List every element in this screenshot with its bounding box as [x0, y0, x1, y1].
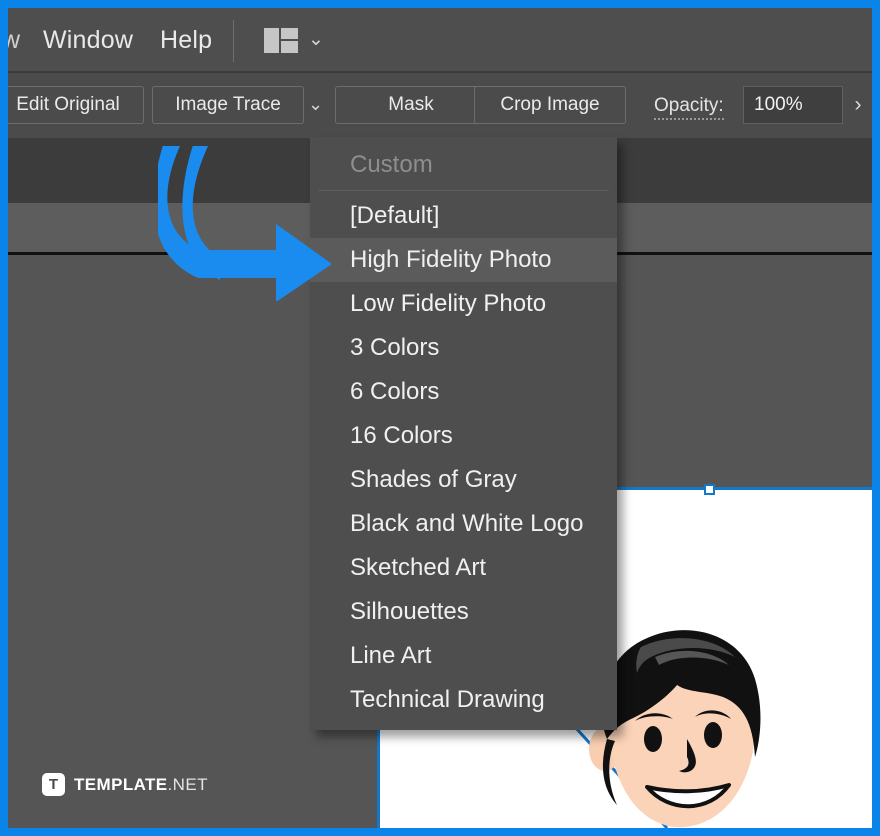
- chevron-down-icon[interactable]: ⌄: [308, 30, 324, 49]
- menu-option-custom: Custom: [310, 143, 617, 187]
- mask-button[interactable]: Mask: [335, 86, 487, 124]
- menubar-divider: [233, 20, 234, 62]
- edit-original-button[interactable]: Edit Original: [8, 86, 144, 124]
- watermark-text: TEMPLATE.NET: [74, 775, 208, 795]
- app-window: w Window Help ⌄ Edit Original Image Trac…: [0, 0, 880, 836]
- watermark: T TEMPLATE.NET: [42, 773, 208, 796]
- watermark-name: TEMPLATE: [74, 775, 168, 794]
- menu-option-shades-of-gray[interactable]: Shades of Gray: [310, 458, 617, 502]
- menu-option-3-colors[interactable]: 3 Colors: [310, 326, 617, 370]
- opacity-input[interactable]: 100%: [743, 86, 843, 124]
- toolbar-overflow-chevron-icon[interactable]: ›: [844, 86, 872, 124]
- image-trace-button[interactable]: Image Trace: [152, 86, 304, 124]
- menu-option-16-colors[interactable]: 16 Colors: [310, 414, 617, 458]
- image-trace-preset-menu[interactable]: Custom [Default] High Fidelity Photo Low…: [310, 137, 617, 730]
- menu-item-help[interactable]: Help: [160, 26, 212, 55]
- crop-image-button[interactable]: Crop Image: [474, 86, 626, 124]
- menu-option-low-fidelity-photo[interactable]: Low Fidelity Photo: [310, 282, 617, 326]
- options-toolbar: Edit Original Image Trace ⌄ Mask Crop Im…: [8, 73, 872, 138]
- watermark-suffix: .NET: [168, 775, 208, 794]
- menu-option-default[interactable]: [Default]: [310, 194, 617, 238]
- opacity-label[interactable]: Opacity:: [654, 95, 724, 120]
- image-trace-chevron-down-icon[interactable]: ⌄: [308, 95, 323, 113]
- menu-option-sketched-art[interactable]: Sketched Art: [310, 546, 617, 590]
- menu-item-window[interactable]: Window: [43, 26, 133, 55]
- menu-option-high-fidelity-photo[interactable]: High Fidelity Photo: [310, 238, 617, 282]
- panel-layout-icon[interactable]: [264, 28, 298, 53]
- menu-separator: [318, 190, 609, 191]
- menu-option-technical-drawing[interactable]: Technical Drawing: [310, 678, 617, 722]
- menu-item-partial[interactable]: w: [8, 26, 20, 55]
- menu-option-black-and-white-logo[interactable]: Black and White Logo: [310, 502, 617, 546]
- selection-handle[interactable]: [704, 484, 715, 495]
- template-badge-icon: T: [42, 773, 65, 796]
- app-inner-frame: w Window Help ⌄ Edit Original Image Trac…: [8, 8, 872, 828]
- menu-bar: w Window Help ⌄: [8, 8, 872, 73]
- menu-option-silhouettes[interactable]: Silhouettes: [310, 590, 617, 634]
- menu-option-6-colors[interactable]: 6 Colors: [310, 370, 617, 414]
- menu-option-line-art[interactable]: Line Art: [310, 634, 617, 678]
